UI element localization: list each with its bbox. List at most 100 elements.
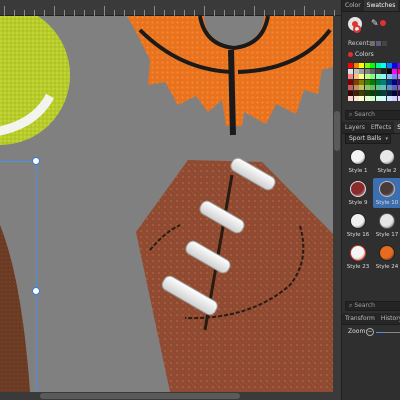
color-swatch[interactable] [381, 68, 386, 74]
color-swatch[interactable] [381, 63, 386, 68]
color-swatch[interactable] [353, 74, 359, 79]
color-swatch[interactable] [381, 79, 386, 85]
color-swatch[interactable] [359, 85, 364, 90]
color-swatch[interactable] [386, 96, 392, 101]
color-swatch[interactable] [392, 74, 397, 79]
color-swatch[interactable] [370, 85, 375, 90]
color-swatch[interactable] [392, 85, 397, 90]
scroll-thumb[interactable] [334, 111, 340, 151]
style-thumbnail[interactable]: Style 9 [344, 178, 372, 208]
style-thumbnail[interactable]: Style 10 [373, 178, 400, 208]
color-swatch[interactable] [392, 68, 397, 74]
tab-swatches[interactable]: Swatches [363, 0, 399, 11]
color-swatch[interactable] [364, 79, 370, 85]
zoom-out-button[interactable]: − [366, 328, 374, 336]
style-thumbnail[interactable]: Style 17 [373, 210, 400, 240]
tab-transform[interactable]: Transform [342, 313, 378, 324]
color-swatch[interactable] [375, 90, 381, 96]
swatches-search-input[interactable]: ⌕ Search [345, 110, 400, 120]
style-category-dropdown[interactable]: Sport Balls ▾ [345, 134, 391, 144]
tab-styles[interactable]: Styles [394, 122, 400, 133]
color-swatch[interactable] [348, 79, 353, 85]
style-thumbnail[interactable]: Style 23 [344, 242, 372, 272]
tennis-ball[interactable] [0, 16, 70, 145]
color-swatch[interactable] [348, 74, 353, 79]
color-swatch[interactable] [386, 68, 392, 74]
style-thumbnail[interactable]: Style 16 [344, 210, 372, 240]
document-canvas[interactable] [0, 16, 341, 400]
color-swatch[interactable] [359, 74, 364, 79]
color-swatch[interactable] [381, 85, 386, 90]
color-swatch[interactable] [348, 68, 353, 74]
color-swatch[interactable] [370, 96, 375, 101]
selection-handle[interactable] [32, 287, 40, 295]
color-swatch[interactable] [364, 68, 370, 74]
color-swatch[interactable] [375, 79, 381, 85]
recent-swatch[interactable] [382, 41, 387, 46]
color-swatch[interactable] [348, 63, 353, 68]
color-swatch[interactable] [359, 68, 364, 74]
style-thumbnail[interactable]: Style 1 [344, 146, 372, 176]
color-swatch[interactable] [370, 68, 375, 74]
color-swatch[interactable] [392, 96, 397, 101]
color-swatch[interactable] [386, 63, 392, 68]
color-swatch[interactable] [353, 79, 359, 85]
canvas-vertical-scrollbar[interactable] [333, 16, 341, 400]
color-swatch[interactable] [348, 85, 353, 90]
eyedropper-icon[interactable]: ✎ [371, 19, 379, 29]
canvas-horizontal-scrollbar[interactable] [0, 392, 333, 400]
color-swatch[interactable] [348, 90, 353, 96]
color-swatch[interactable] [364, 85, 370, 90]
color-swatch[interactable] [392, 79, 397, 85]
color-swatch[interactable] [348, 96, 353, 101]
tab-history[interactable]: History [378, 313, 400, 324]
color-swatch[interactable] [381, 90, 386, 96]
recent-swatch[interactable] [370, 41, 375, 46]
color-swatch[interactable] [386, 74, 392, 79]
color-swatch[interactable] [364, 74, 370, 79]
color-swatch[interactable] [386, 85, 392, 90]
styles-search-input[interactable]: ⌕ Search [345, 301, 400, 311]
horizontal-ruler[interactable] [0, 0, 341, 16]
tab-color[interactable]: Color [342, 0, 364, 11]
football-edge[interactable] [0, 225, 30, 392]
selection-handle[interactable] [32, 157, 40, 165]
color-swatch[interactable] [370, 79, 375, 85]
color-swatch[interactable] [375, 96, 381, 101]
color-swatch[interactable] [364, 96, 370, 101]
basketball-gear[interactable] [127, 16, 336, 136]
color-swatch[interactable] [375, 68, 381, 74]
color-swatch[interactable] [386, 90, 392, 96]
color-swatch[interactable] [392, 63, 397, 68]
color-swatch[interactable] [359, 79, 364, 85]
color-swatch[interactable] [375, 85, 381, 90]
color-swatch[interactable] [381, 96, 386, 101]
color-swatch[interactable] [381, 74, 386, 79]
style-thumbnail[interactable]: Style 2 [373, 146, 400, 176]
color-swatch[interactable] [353, 63, 359, 68]
recent-swatch[interactable] [376, 41, 381, 46]
color-swatch[interactable] [353, 68, 359, 74]
current-color-swatch[interactable] [380, 20, 386, 26]
style-thumbnail[interactable]: Style 24 [373, 242, 400, 272]
american-football[interactable] [136, 156, 334, 392]
color-swatch[interactable] [353, 90, 359, 96]
color-swatch[interactable] [370, 63, 375, 68]
color-swatch[interactable] [364, 90, 370, 96]
color-swatch[interactable] [364, 63, 370, 68]
color-swatch[interactable] [375, 63, 381, 68]
color-swatch[interactable] [370, 90, 375, 96]
zoom-slider[interactable] [376, 332, 400, 333]
scroll-thumb[interactable] [40, 393, 240, 399]
palette-selector[interactable]: Colors [348, 51, 400, 60]
color-swatch[interactable] [359, 96, 364, 101]
tab-effects[interactable]: Effects [368, 122, 394, 133]
color-swatch[interactable] [359, 63, 364, 68]
color-swatch[interactable] [392, 90, 397, 96]
color-swatch[interactable] [353, 96, 359, 101]
color-swatch[interactable] [370, 74, 375, 79]
color-swatch[interactable] [353, 85, 359, 90]
color-swatch[interactable] [386, 79, 392, 85]
color-swatch[interactable] [375, 74, 381, 79]
tab-layers[interactable]: Layers [342, 122, 368, 133]
